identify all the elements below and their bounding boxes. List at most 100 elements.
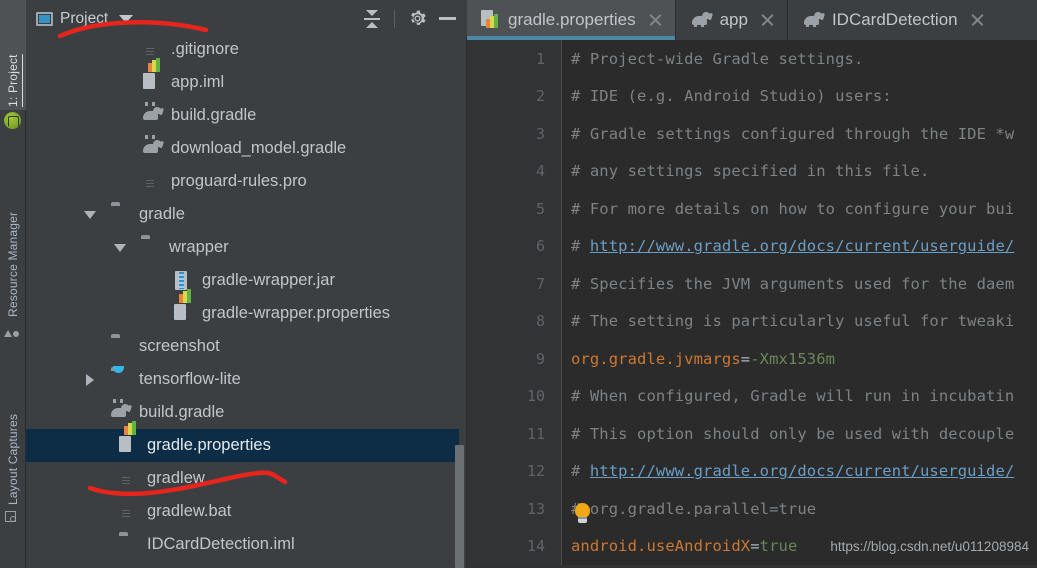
code-text: # When configured, Gradle will run in in… — [571, 387, 1014, 405]
hide-panel-button[interactable] — [433, 5, 461, 33]
gradle-icon — [141, 101, 164, 126]
line-number: 4 — [535, 162, 545, 181]
tree-row-gradle-properties[interactable]: gradle.properties — [26, 420, 459, 462]
intention-bulb-icon[interactable] — [573, 503, 593, 525]
code-line[interactable]: 2 # IDE (e.g. Android Studio) users: — [467, 78, 1037, 116]
chevron-down-icon[interactable] — [84, 211, 96, 219]
settings-button[interactable] — [403, 5, 431, 33]
code-line[interactable]: 10 # When configured, Gradle will run in … — [467, 378, 1037, 416]
code-token: http://www.gradle.org/docs/current/userg… — [589, 237, 1015, 256]
chevron-down-icon[interactable] — [119, 14, 134, 23]
tree-row-build-gradle-root[interactable]: build.gradle — [26, 396, 467, 429]
android-studio-window: 1: Project Resource Manager Layout Captu… — [0, 0, 1037, 568]
props-icon — [119, 420, 139, 456]
code-line[interactable]: 13 # org.gradle.parallel=true — [467, 490, 1037, 528]
tree-row-gradle-folder[interactable]: gradle — [26, 198, 467, 231]
code-line[interactable]: 1 # Project-wide Gradle settings. — [467, 40, 1037, 78]
code-text: # IDE (e.g. Android Studio) users: — [571, 87, 892, 105]
tab-gradle-properties[interactable]: gradle.properties — [467, 0, 675, 40]
tree-row-gradle-wrapper-properties[interactable]: gradle-wrapper.properties — [26, 288, 467, 330]
editor-area: gradle.properties app IDCardDetection 1 # — [467, 0, 1037, 568]
code-token: # — [571, 462, 590, 481]
code-token: true — [759, 537, 798, 556]
tree-row-screenshot[interactable]: screenshot — [26, 330, 467, 363]
tree-row-build-gradle-app[interactable]: build.gradle — [26, 99, 467, 132]
code-text: # Gradle settings configured through the… — [571, 125, 1014, 143]
tree-row-tensorflow-lite[interactable]: tensorflow-lite — [26, 363, 467, 396]
code-token: = — [740, 349, 751, 368]
sidebar-tab-resource-manager-label: Resource Manager — [6, 211, 20, 317]
code-line[interactable]: 9 org.gradle.jvmargs=-Xmx1536m — [467, 340, 1037, 378]
sidebar-tab-layout-captures[interactable]: Layout Captures — [0, 348, 26, 508]
project-window-icon — [36, 11, 53, 26]
tree-row-gitignore[interactable]: .gitignore — [26, 33, 467, 66]
layout-captures-icon — [4, 510, 22, 528]
gradle-icon — [690, 10, 713, 30]
tree-row-gradle-wrapper-jar[interactable]: gradle-wrapper.jar — [26, 264, 467, 297]
code-token: # org.gradle.parallel=true — [571, 499, 817, 518]
project-panel-title[interactable]: Project — [36, 10, 134, 28]
sidebar-tab-layout-captures-label: Layout Captures — [6, 413, 20, 505]
chevron-down-icon[interactable] — [114, 244, 126, 252]
sidebar-tab-resource-manager[interactable]: Resource Manager — [0, 140, 26, 320]
tree-scrollbar[interactable] — [455, 445, 464, 568]
editor-tab-bar: gradle.properties app IDCardDetection — [467, 0, 1037, 40]
project-tree[interactable]: MF AndroidManifest.xml .gitignore app.im… — [26, 0, 467, 568]
tree-item-label: gradle — [139, 205, 185, 223]
tree-row-gradlew-bat[interactable]: gradlew.bat — [26, 495, 467, 528]
tree-item-label: gradle.properties — [147, 436, 271, 454]
close-icon[interactable] — [970, 13, 985, 28]
code-line[interactable]: 8 # The setting is particularly useful fo… — [467, 303, 1037, 341]
code-token: android.useAndroidX — [571, 537, 751, 556]
code-token: # Gradle settings configured through the… — [571, 124, 1015, 143]
code-editor[interactable]: 1 # Project-wide Gradle settings. 2 # IDE (… — [467, 40, 1037, 568]
code-text: # The setting is particularly useful for… — [571, 312, 1014, 330]
project-tool-window: MF AndroidManifest.xml .gitignore app.im… — [26, 0, 467, 568]
tool-window-strip: 1: Project Resource Manager Layout Captu… — [0, 0, 26, 568]
sidebar-tab-project[interactable]: 1: Project — [0, 0, 26, 110]
toolbar-divider — [394, 9, 395, 28]
tree-item-label: IDCardDetection.iml — [147, 535, 295, 553]
line-number: 14 — [526, 537, 545, 556]
line-number: 8 — [535, 312, 545, 331]
folder-icon — [111, 205, 131, 225]
code-line[interactable]: 12 # http://www.gradle.org/docs/current/u… — [467, 453, 1037, 491]
source-folder-icon — [111, 370, 131, 390]
close-icon[interactable] — [760, 13, 775, 28]
code-text: # http://www.gradle.org/docs/current/use… — [571, 237, 1014, 255]
code-text: # org.gradle.parallel=true — [571, 500, 816, 518]
code-line[interactable]: 5 # For more details on how to configure … — [467, 190, 1037, 228]
tree-row-wrapper-folder[interactable]: wrapper — [26, 231, 467, 264]
code-line[interactable]: 3 # Gradle settings configured through th… — [467, 115, 1037, 153]
code-line[interactable]: 11 # This option should only be used with… — [467, 415, 1037, 453]
tree-item-label: gradlew.bat — [147, 502, 232, 520]
tree-item-label: proguard-rules.pro — [171, 172, 307, 190]
code-token: # When configured, Gradle will run in in… — [571, 387, 1015, 406]
line-number: 6 — [535, 237, 545, 256]
tree-row-idcarddetection-iml[interactable]: IDCardDetection.iml — [26, 528, 467, 561]
code-line[interactable]: 7 # Specifies the JVM arguments used for … — [467, 265, 1037, 303]
resource-manager-icon — [4, 322, 22, 340]
line-number: 1 — [535, 49, 545, 68]
tree-row-download-model-gradle[interactable]: download_model.gradle — [26, 132, 467, 165]
code-text: # Specifies the JVM arguments used for t… — [571, 275, 1014, 293]
sidebar-tab-project-label: 1: Project — [6, 54, 20, 107]
tree-item-label: .gitignore — [171, 40, 239, 58]
tab-app[interactable]: app — [674, 0, 787, 40]
collapse-all-button[interactable] — [358, 5, 386, 33]
chevron-right-icon[interactable] — [86, 374, 94, 386]
tree-item-label: screenshot — [139, 337, 220, 355]
line-number: 9 — [535, 349, 545, 368]
tab-idcarddetection[interactable]: IDCardDetection — [786, 0, 997, 40]
tree-row-proguard-rules[interactable]: proguard-rules.pro — [26, 165, 467, 198]
code-token: # Project-wide Gradle settings. — [571, 49, 864, 68]
code-line[interactable]: 4 # any settings specified in this file. — [467, 153, 1037, 191]
code-line[interactable]: 6 # http://www.gradle.org/docs/current/us… — [467, 228, 1037, 266]
close-icon[interactable] — [648, 13, 663, 28]
code-text: # This option should only be used with d… — [571, 425, 1014, 443]
line-number: 3 — [535, 124, 545, 143]
gear-icon — [410, 10, 426, 25]
tree-row-gradlew[interactable]: gradlew — [26, 462, 467, 495]
tree-row-app-iml[interactable]: app.iml — [26, 57, 467, 99]
project-panel-actions — [358, 5, 461, 33]
